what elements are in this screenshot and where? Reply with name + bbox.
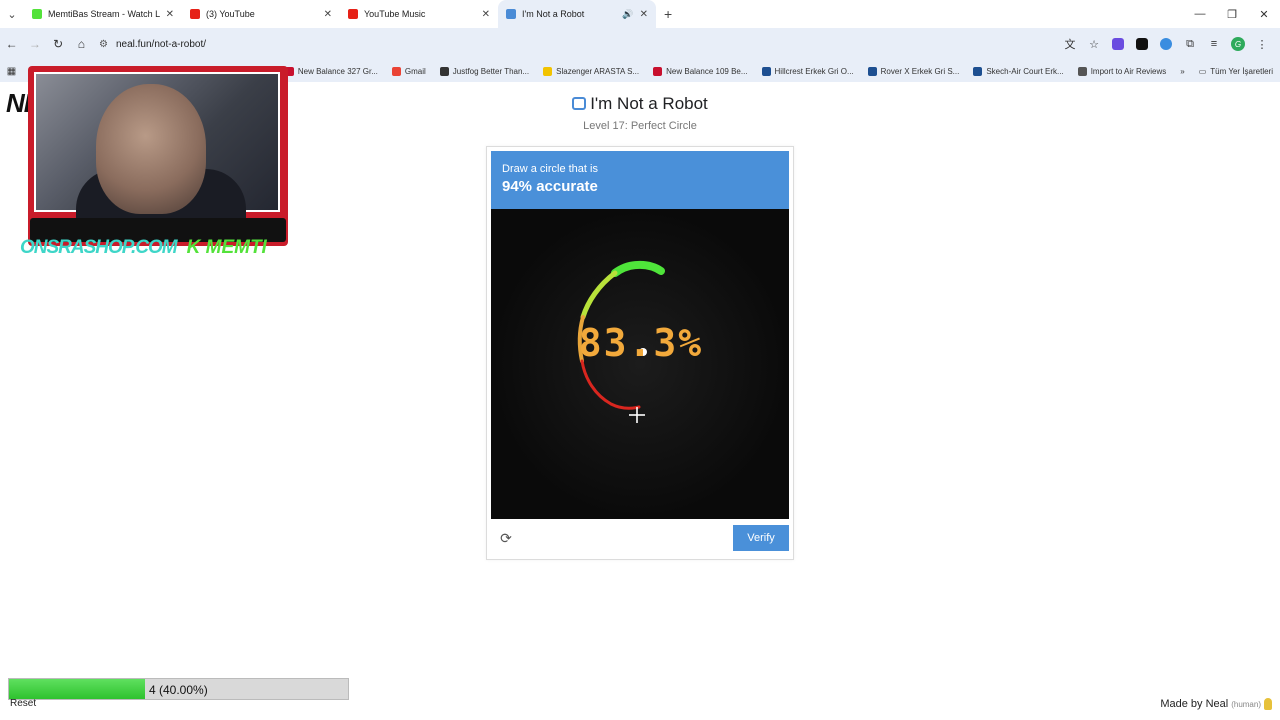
tab-title: MemtiBas Stream - Watch Live [48, 9, 160, 19]
brand-left-logo: ONSRASHOP.COM [20, 237, 178, 258]
bookmark-item[interactable]: Slazenger ARASTA S... [536, 66, 646, 76]
made-by-credit[interactable]: Made by Neal (human) [1160, 698, 1272, 710]
bookmarks-overflow-icon[interactable]: » [1173, 67, 1191, 76]
tab-strip: ⌄ MemtiBas Stream - Watch Live ✕ (3) YouTu… [0, 0, 1280, 28]
tab-audio-icon[interactable]: 🔊 [622, 9, 633, 20]
address-bar[interactable]: ⚙ neal.fun/not-a-robot/ [99, 32, 1058, 56]
extension-w-icon[interactable] [1130, 32, 1154, 56]
webcam-video [34, 72, 280, 219]
bookmark-item[interactable]: Justfog Better Than... [433, 66, 536, 76]
bookmark-favicon [867, 66, 877, 76]
page-content: NE I'm Not a Robot Level 17: Perfect Cir… [0, 66, 1280, 720]
bookmark-item[interactable]: Import to Air Reviews [1071, 66, 1174, 76]
close-window-icon[interactable]: ✕ [1248, 0, 1280, 28]
bookmark-favicon [761, 66, 771, 76]
bookmark-favicon [391, 66, 401, 76]
progress-fill [9, 679, 145, 699]
webcam-person-face [96, 84, 206, 214]
captcha-widget: Draw a circle that is 94% accurate 83.3% [486, 146, 794, 560]
bookmark-favicon [439, 66, 449, 76]
drawing-canvas[interactable]: 83.3% [491, 209, 789, 519]
address-url: neal.fun/not-a-robot/ [115, 38, 207, 50]
tab-1[interactable]: MemtiBas Stream - Watch Live ✕ [24, 0, 182, 28]
bookmark-item[interactable]: New Balance 327 Gr... [278, 66, 385, 76]
tab-title: (3) YouTube [206, 9, 255, 19]
progress-bar: 4 (40.00%) [8, 678, 349, 700]
site-info-icon[interactable]: ⚙ [99, 39, 108, 50]
progress-label: 4 (40.00%) [149, 683, 208, 697]
translate-icon[interactable]: 文 [1058, 32, 1082, 56]
folder-icon: ▭ [1198, 66, 1207, 76]
overlay-brand: ONSRASHOP.COM K MEMTI [20, 236, 300, 260]
tab-3[interactable]: YouTube Music ✕ [340, 0, 498, 28]
bookmark-favicon [543, 66, 553, 76]
extension-purple-icon[interactable] [1106, 32, 1130, 56]
back-icon[interactable]: ← [0, 28, 23, 60]
tab-close-icon[interactable]: ✕ [324, 9, 332, 20]
lightbulb-icon [1264, 698, 1272, 710]
media-queue-icon[interactable]: ≡ [1202, 32, 1226, 56]
apps-grid-icon[interactable]: ▦ [0, 66, 23, 77]
refresh-challenge-icon[interactable]: ⟳ [497, 529, 515, 547]
tab-title: I'm Not a Robot [522, 9, 585, 19]
profile-avatar[interactable]: G [1226, 32, 1250, 56]
bookmark-item[interactable]: Gmail [385, 66, 433, 76]
forward-icon[interactable]: → [23, 28, 46, 60]
all-bookmarks-folder[interactable]: ▭ Tüm Yer İşaretleri [1192, 67, 1280, 76]
accuracy-score: 83.3% [579, 321, 703, 365]
menu-kebab-icon[interactable]: ⋮ [1250, 32, 1274, 56]
minimize-icon[interactable]: — [1184, 0, 1216, 28]
reload-icon[interactable]: ↻ [47, 28, 70, 60]
stream-overlay: ONSRASHOP.COM K MEMTI [20, 66, 288, 258]
robot-icon [572, 97, 587, 110]
extensions-puzzle-icon[interactable]: ⧉ [1178, 32, 1202, 56]
tab-close-icon[interactable]: ✕ [482, 9, 490, 20]
window-controls: — ❐ ✕ [1184, 0, 1280, 28]
brand-right-logo: K MEMTI [186, 237, 267, 258]
captcha-footer: ⟳ Verify [491, 523, 789, 555]
drawing-svg: 83.3% [491, 209, 789, 519]
tab-favicon [190, 9, 200, 19]
bookmark-favicon [1077, 66, 1087, 76]
bookmark-favicon [653, 66, 663, 76]
bookmark-item[interactable]: New Balance 109 Be... [646, 66, 754, 76]
bookmark-favicon [973, 66, 983, 76]
tab-close-icon[interactable]: ✕ [166, 9, 174, 20]
new-tab-button[interactable]: + [664, 6, 672, 22]
browser-toolbar: ← → ↻ ⌂ ⚙ neal.fun/not-a-robot/ 文 ☆ ⧉ ≡ … [0, 28, 1280, 60]
tab-favicon [506, 9, 516, 19]
reset-button[interactable]: Reset [10, 698, 36, 709]
accuracy-target: 94% accurate [502, 178, 598, 195]
home-icon[interactable]: ⌂ [70, 28, 93, 60]
verify-button[interactable]: Verify [733, 525, 789, 551]
tab-4[interactable]: I'm Not a Robot 🔊 ✕ [498, 0, 656, 28]
bookmark-item[interactable]: Hillcrest Erkek Gri O... [755, 66, 861, 76]
restore-icon[interactable]: ❐ [1216, 0, 1248, 28]
captcha-header: Draw a circle that is 94% accurate [491, 151, 789, 209]
bookmark-star-icon[interactable]: ☆ [1082, 32, 1106, 56]
bookmark-item[interactable]: Skech-Air Court Erk... [966, 66, 1070, 76]
tab-search-icon[interactable]: ⌄ [0, 0, 24, 28]
instruction-text: Draw a circle that is [502, 163, 598, 175]
tab-title: YouTube Music [364, 9, 426, 19]
bookmark-item[interactable]: Rover X Erkek Gri S... [861, 66, 967, 76]
tab-favicon [348, 9, 358, 19]
tab-favicon [32, 9, 42, 19]
tab-2[interactable]: (3) YouTube ✕ [182, 0, 340, 28]
tab-close-icon[interactable]: ✕ [640, 9, 648, 20]
extension-blue-icon[interactable] [1154, 32, 1178, 56]
